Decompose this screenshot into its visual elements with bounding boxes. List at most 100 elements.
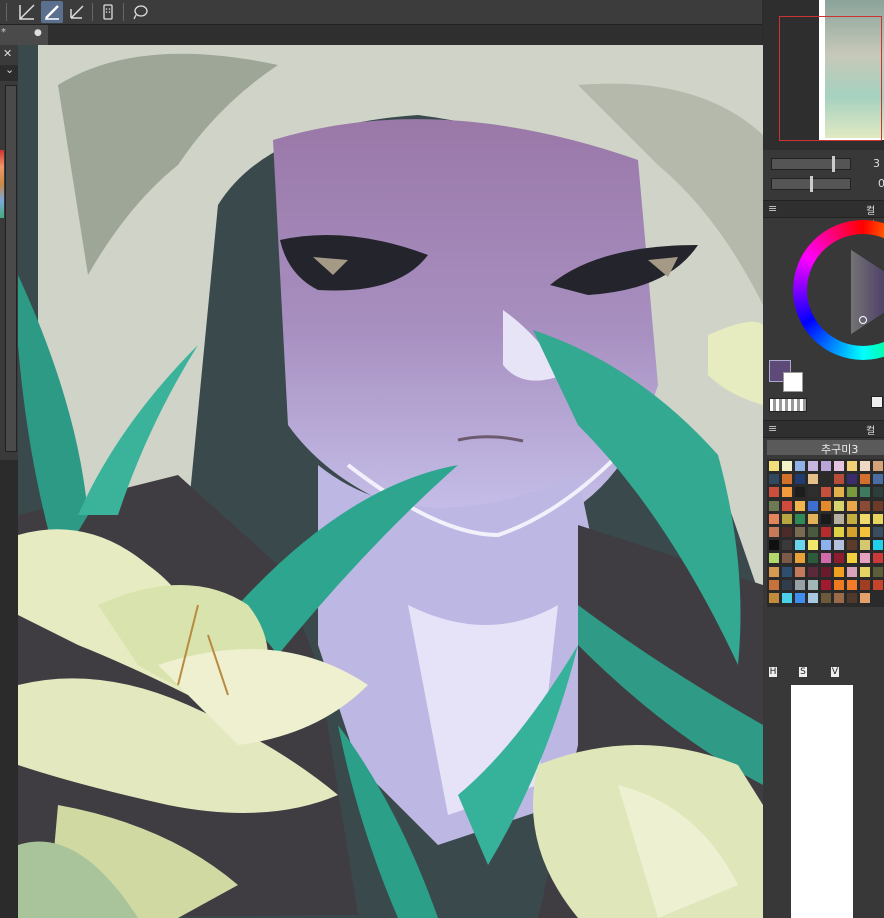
color-swatch[interactable] [821, 593, 831, 603]
color-swatch[interactable] [847, 540, 857, 551]
color-swatch[interactable] [873, 487, 883, 498]
color-swatch[interactable] [769, 527, 779, 537]
color-set-dropdown[interactable]: 추구미3 [767, 440, 884, 456]
color-swatch[interactable] [769, 474, 779, 485]
color-swatch[interactable] [847, 527, 857, 537]
panel-dropdown[interactable]: ⌄ [0, 63, 18, 81]
color-swatch[interactable] [847, 500, 857, 511]
color-swatch[interactable] [860, 593, 870, 603]
color-swatch[interactable] [808, 500, 818, 511]
color-swatch[interactable] [847, 474, 857, 485]
color-swatch[interactable] [795, 513, 805, 524]
color-swatch[interactable] [821, 500, 831, 511]
brush-icon[interactable] [41, 1, 63, 23]
color-mode-button[interactable] [871, 396, 883, 408]
color-swatch[interactable] [821, 513, 831, 524]
color-swatch[interactable] [769, 579, 779, 590]
color-swatch[interactable] [847, 487, 857, 498]
color-swatch[interactable] [769, 553, 779, 564]
color-swatch[interactable] [860, 579, 870, 590]
color-swatch[interactable] [860, 553, 870, 564]
slider-handle[interactable] [810, 176, 813, 192]
color-swatch[interactable] [782, 593, 792, 603]
color-swatch[interactable] [821, 566, 831, 577]
color-swatch[interactable] [769, 500, 779, 511]
color-swatch[interactable] [782, 474, 792, 485]
color-swatch[interactable] [834, 593, 844, 603]
color-swatch[interactable] [860, 566, 870, 577]
color-swatch[interactable] [795, 579, 805, 590]
h-button[interactable]: H [769, 667, 777, 677]
close-icon[interactable]: ✕ [3, 47, 12, 60]
color-swatch[interactable] [782, 500, 792, 511]
color-swatch[interactable] [821, 487, 831, 498]
color-swatch[interactable] [873, 553, 883, 564]
color-triangle[interactable] [815, 242, 884, 342]
color-swatch[interactable] [821, 540, 831, 551]
color-swatch[interactable] [834, 513, 844, 524]
color-swatch[interactable] [834, 579, 844, 590]
color-swatch[interactable] [795, 540, 805, 551]
rotation-slider[interactable] [771, 176, 851, 192]
color-swatch[interactable] [795, 500, 805, 511]
color-swatch[interactable] [795, 553, 805, 564]
color-swatch[interactable] [873, 513, 883, 524]
color-swatch[interactable] [834, 540, 844, 551]
color-swatch[interactable] [873, 579, 883, 590]
slider-handle[interactable] [832, 156, 835, 172]
color-swatch[interactable] [808, 593, 818, 603]
color-swatch[interactable] [860, 487, 870, 498]
color-swatch[interactable] [795, 474, 805, 485]
menu-icon[interactable]: ≡ [768, 422, 777, 435]
drawing-canvas[interactable] [18, 45, 763, 918]
document-tab[interactable]: * ● [0, 25, 48, 45]
color-swatch[interactable] [769, 461, 779, 471]
zoom-slider[interactable] [771, 156, 851, 172]
color-swatch[interactable] [847, 461, 857, 471]
color-swatch[interactable] [873, 461, 883, 471]
color-swatch[interactable] [782, 527, 792, 537]
color-swatch[interactable] [873, 500, 883, 511]
color-swatch[interactable] [769, 513, 779, 524]
color-swatch[interactable] [834, 566, 844, 577]
color-swatch[interactable] [860, 513, 870, 524]
s-button[interactable]: S [799, 667, 807, 677]
color-swatch[interactable] [808, 474, 818, 485]
color-swatch[interactable] [782, 461, 792, 471]
color-swatch[interactable] [860, 474, 870, 485]
lasso-icon[interactable] [129, 1, 151, 23]
color-swatch[interactable] [834, 500, 844, 511]
color-swatch[interactable] [769, 593, 779, 603]
color-swatch[interactable] [782, 566, 792, 577]
color-swatch[interactable] [795, 487, 805, 498]
v-button[interactable]: V [831, 667, 839, 677]
color-swatch[interactable] [821, 461, 831, 471]
color-swatch[interactable] [808, 579, 818, 590]
color-swatch[interactable] [834, 474, 844, 485]
color-swatch[interactable] [808, 461, 818, 471]
color-swatch[interactable] [847, 513, 857, 524]
color-swatch[interactable] [808, 527, 818, 537]
color-swatch[interactable] [873, 474, 883, 485]
color-swatch[interactable] [808, 566, 818, 577]
color-wheel[interactable] [793, 220, 884, 390]
scrollbar[interactable] [5, 85, 17, 452]
color-swatch[interactable] [769, 566, 779, 577]
color-swatch[interactable] [834, 553, 844, 564]
phone-icon[interactable] [97, 1, 119, 23]
color-swatch[interactable] [834, 461, 844, 471]
color-swatch-grid[interactable] [767, 459, 884, 607]
transparent-color-toggle[interactable] [769, 398, 807, 412]
color-swatch[interactable] [821, 527, 831, 537]
color-swatch[interactable] [782, 553, 792, 564]
color-swatch[interactable] [795, 593, 805, 603]
color-swatch[interactable] [769, 487, 779, 498]
color-swatch[interactable] [860, 500, 870, 511]
color-swatch[interactable] [834, 527, 844, 537]
color-swatch[interactable] [873, 540, 883, 551]
color-swatch[interactable] [795, 566, 805, 577]
color-swatch[interactable] [782, 487, 792, 498]
color-swatch[interactable] [808, 540, 818, 551]
color-swatch[interactable] [847, 566, 857, 577]
color-swatch[interactable] [847, 553, 857, 564]
